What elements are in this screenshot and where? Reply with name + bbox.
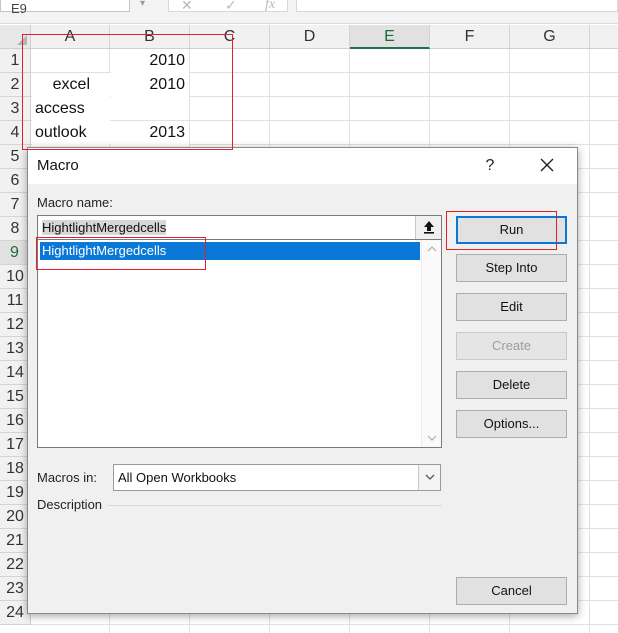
step-into-button[interactable]: Step Into: [456, 254, 567, 282]
macro-list[interactable]: HightlightMergedcells: [37, 239, 442, 448]
cell-a3[interactable]: access: [32, 97, 110, 121]
help-button[interactable]: ?: [478, 154, 502, 178]
dropdown-arrow[interactable]: [418, 465, 440, 490]
macro-name-label: Macro name:: [37, 195, 113, 210]
chevron-down-icon: [425, 474, 434, 480]
enter-icon[interactable]: ✓: [225, 0, 237, 14]
scroll-up-icon[interactable]: [427, 246, 437, 252]
upload-arrow-icon: [423, 221, 434, 234]
description-label: Description: [37, 497, 103, 512]
cell-a2[interactable]: excel: [32, 73, 110, 97]
row-header-2[interactable]: 2: [0, 73, 31, 97]
function-icon[interactable]: fx: [265, 0, 275, 13]
macro-dialog: Macro ? Macro name: HightlightMergedcell…: [27, 147, 578, 614]
macro-name-input[interactable]: HightlightMergedcells: [37, 215, 442, 240]
delete-button[interactable]: Delete: [456, 371, 567, 399]
name-box[interactable]: E9: [0, 0, 130, 16]
edit-button[interactable]: Edit: [456, 293, 567, 321]
name-box-dropdown-icon[interactable]: ▾: [140, 0, 154, 12]
cell-a4[interactable]: outlook: [32, 121, 110, 145]
cell-b2[interactable]: 2010: [111, 73, 189, 97]
formula-tools: ✕ ✓ fx: [168, 0, 288, 14]
macro-list-item[interactable]: HightlightMergedcells: [40, 242, 420, 260]
column-header-c[interactable]: C: [190, 25, 270, 49]
formula-input[interactable]: [296, 0, 618, 12]
close-icon: [540, 158, 554, 172]
scroll-down-icon[interactable]: [427, 435, 437, 441]
column-header-f[interactable]: F: [430, 25, 510, 49]
close-button[interactable]: [533, 154, 561, 178]
select-all-corner[interactable]: [0, 25, 31, 49]
macro-list-scrollbar[interactable]: [421, 240, 441, 447]
row-header-1[interactable]: 1: [0, 49, 31, 73]
column-header-a[interactable]: A: [31, 25, 110, 49]
select-all-triangle-icon: [17, 35, 27, 45]
column-header-e[interactable]: E: [350, 25, 430, 49]
column-header-g[interactable]: G: [510, 25, 590, 49]
row-header-4[interactable]: 4: [0, 121, 31, 145]
column-header-h[interactable]: [590, 25, 618, 49]
column-header-d[interactable]: D: [270, 25, 350, 49]
cell-b4[interactable]: 2013: [111, 121, 189, 145]
macros-in-value: All Open Workbooks: [118, 470, 237, 485]
dialog-titlebar[interactable]: Macro ?: [28, 148, 577, 184]
cancel-icon[interactable]: ✕: [181, 0, 193, 14]
macros-in-label: Macros in:: [37, 470, 97, 485]
macros-in-select[interactable]: All Open Workbooks: [113, 464, 441, 491]
run-button[interactable]: Run: [456, 216, 567, 244]
column-header-b[interactable]: B: [110, 25, 190, 49]
row-header-3[interactable]: 3: [0, 97, 31, 121]
cell-b1[interactable]: 2010: [111, 49, 189, 73]
description-divider: [108, 505, 442, 506]
cancel-button[interactable]: Cancel: [456, 577, 567, 605]
options-button[interactable]: Options...: [456, 410, 567, 438]
macro-name-value: HightlightMergedcells: [42, 220, 167, 235]
macro-name-collapse-button[interactable]: [415, 216, 441, 239]
formula-bar: E9 ▾ ✕ ✓ fx: [0, 0, 618, 24]
dialog-title: Macro: [37, 157, 79, 174]
create-button[interactable]: Create: [456, 332, 567, 360]
